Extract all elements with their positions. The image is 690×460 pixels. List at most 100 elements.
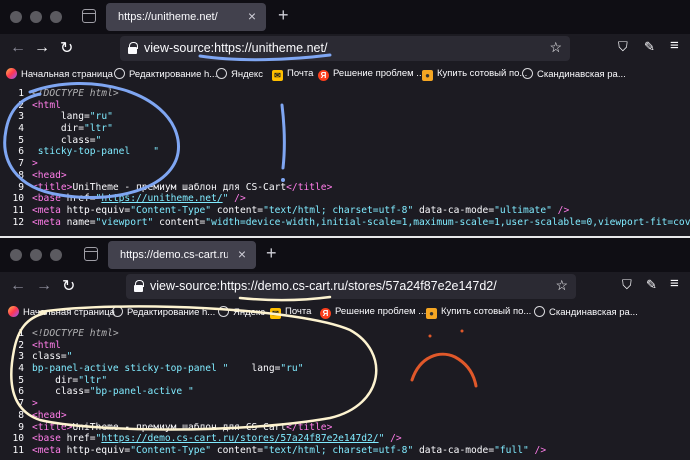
url-bar[interactable]: view-source:https://demo.cs-cart.ru/stor… [126, 274, 576, 299]
mail-icon: ✉ [272, 70, 283, 81]
browser-window-top: https://unitheme.net/ × + ← → ↻ view-sou… [0, 0, 690, 236]
source-token-tag: <head> [32, 409, 67, 421]
bookmark-home[interactable]: Начальная страница [6, 68, 113, 80]
yandex-icon: Я [318, 70, 329, 81]
forward-icon[interactable]: → [36, 277, 52, 295]
back-icon[interactable]: ← [10, 277, 26, 295]
reload-icon[interactable]: ↻ [62, 276, 75, 296]
line-number: 2 [18, 99, 24, 111]
source-token-link[interactable]: https://demo.cs-cart.ru/stores/57a24f87e… [101, 433, 378, 444]
pocket-icon[interactable]: ⛉ [622, 277, 632, 293]
source-token-tag: /> [551, 204, 570, 216]
window-zoom-dot[interactable] [50, 11, 62, 23]
tab-active[interactable]: https://demo.cs-cart.ru/stores/57a2 × [108, 241, 256, 269]
source-token-attr: dir= [32, 374, 79, 386]
shop-icon: ● [426, 308, 437, 319]
shop-icon: ● [422, 70, 433, 81]
window-minimize-dot[interactable] [30, 249, 42, 261]
url-text[interactable]: view-source:https://demo.cs-cart.ru/stor… [150, 279, 497, 293]
bookmark-problems[interactable]: Я Решение проблем ... [318, 68, 424, 81]
bookmark-yandex[interactable]: Яндекс [216, 68, 263, 80]
extensions-icon[interactable]: ✎ [646, 277, 657, 293]
firefox-icon [6, 68, 17, 79]
source-token-val: "bp-panel-active " [89, 386, 194, 398]
menu-icon[interactable]: ≡ [670, 37, 679, 54]
window-close-dot[interactable] [10, 249, 22, 261]
reload-icon[interactable]: ↻ [60, 38, 73, 58]
line-number: 5 [18, 134, 24, 146]
source-token-link[interactable]: https://unitheme.net/ [101, 193, 222, 204]
source-line: 12 <meta name="viewport" content="width=d… [0, 217, 690, 229]
tab-strip: https://unitheme.net/ × + [0, 0, 690, 34]
source-token-val: "ru" [89, 111, 113, 123]
source-line: 10 <base href="https://unitheme.net/" /> [0, 193, 690, 205]
bookmarks-bar: Начальная страница Редактирование h... Я… [0, 302, 690, 324]
bookmark-mail[interactable]: ✉ Почта [272, 68, 313, 81]
source-token-tag: <base [32, 193, 67, 205]
source-line: 2 <html [0, 100, 690, 112]
source-token-attr: name= [66, 216, 96, 228]
bookmark-edit[interactable]: Редактирование h... [114, 68, 217, 80]
bookmark-scandinavian[interactable]: Скандинавская ра... [534, 306, 638, 318]
tab-overview-icon[interactable] [84, 247, 98, 261]
menu-icon[interactable]: ≡ [670, 275, 679, 292]
source-token-doctype: <!DOCTYPE html> [32, 328, 119, 339]
mail-icon: ✉ [270, 308, 281, 319]
window-close-dot[interactable] [10, 11, 22, 23]
page-source-view[interactable]: 1 <!DOCTYPE html> 2 <html 3 lang="ru" 4 dir="… [0, 88, 690, 236]
line-number: 3 [18, 351, 24, 363]
globe-icon [114, 68, 125, 79]
pocket-icon[interactable]: ⛉ [618, 39, 628, 55]
source-token-val: "width=device-width,initial-scale=1,maxi… [205, 216, 690, 228]
new-tab-icon[interactable]: + [266, 243, 277, 264]
source-token-attr: lang= [32, 111, 90, 123]
back-icon[interactable]: ← [10, 39, 26, 57]
url-bar[interactable]: view-source:https://unitheme.net/ ☆ [120, 36, 570, 61]
bookmark-star-icon[interactable]: ☆ [549, 39, 562, 56]
tab-active[interactable]: https://unitheme.net/ × [106, 3, 266, 31]
source-line: 9 <title>UniTheme - премиум шаблон для CS… [0, 182, 690, 194]
source-line: 11 <meta http-equiv="Content-Type" conten… [0, 205, 690, 217]
source-line: 8 <head> [0, 410, 690, 422]
source-token-tag: <meta [32, 444, 67, 456]
line-number: 5 [18, 374, 24, 386]
source-token-val: bp-panel-active sticky-top-panel " [32, 363, 229, 375]
bookmark-problems[interactable]: Я Решение проблем ... [320, 306, 426, 319]
source-line: 7 > [0, 158, 690, 170]
source-token-attr: class= [32, 386, 90, 398]
source-token-val: "viewport" [95, 216, 154, 228]
bookmark-buy-phone[interactable]: ● Купить сотовый по... [422, 68, 527, 81]
bookmark-edit[interactable]: Редактирование h... [112, 306, 215, 318]
bookmark-home[interactable]: Начальная страница [8, 306, 115, 318]
bookmark-scandinavian[interactable]: Скандинавская ра... [522, 68, 626, 80]
tab-close-icon[interactable]: × [238, 246, 246, 262]
window-minimize-dot[interactable] [30, 11, 42, 23]
source-token-val: "ru" [280, 363, 304, 375]
bookmark-mail[interactable]: ✉ Почта [270, 306, 311, 319]
extensions-icon[interactable]: ✎ [644, 39, 655, 55]
tab-title: https://demo.cs-cart.ru/stores/57a2 [120, 249, 228, 261]
lock-icon [134, 280, 144, 292]
bookmark-yandex[interactable]: Яндекс [218, 306, 265, 318]
firefox-icon [8, 306, 19, 317]
bookmark-star-icon[interactable]: ☆ [555, 277, 568, 294]
source-token-tag: <title> [32, 181, 73, 193]
source-line: 5 dir="ltr" [0, 375, 690, 387]
bookmark-buy-phone[interactable]: ● Купить сотовый по... [426, 306, 531, 319]
tab-overview-icon[interactable] [82, 9, 96, 23]
browser-window-bottom: https://demo.cs-cart.ru/stores/57a2 × + … [0, 236, 690, 460]
forward-icon[interactable]: → [34, 39, 50, 57]
tab-strip: https://demo.cs-cart.ru/stores/57a2 × + [0, 238, 690, 272]
new-tab-icon[interactable]: + [278, 5, 289, 26]
page-source-view[interactable]: 1 <!DOCTYPE html> 2 <html 3 class=" 4 bp-panel-… [0, 328, 690, 460]
globe-icon [218, 306, 229, 317]
source-line: 9 <title>UniTheme - премиум шаблон для CS… [0, 422, 690, 434]
source-line: 7 > [0, 398, 690, 410]
source-token-tag: <meta [32, 204, 67, 216]
tab-close-icon[interactable]: × [248, 8, 256, 24]
source-line: 10 <base href="https://demo.cs-cart.ru/st… [0, 433, 690, 445]
window-zoom-dot[interactable] [50, 249, 62, 261]
url-text[interactable]: view-source:https://unitheme.net/ [144, 41, 327, 55]
source-token-attr: content= [153, 216, 206, 228]
source-line: 5 class=" [0, 135, 690, 147]
